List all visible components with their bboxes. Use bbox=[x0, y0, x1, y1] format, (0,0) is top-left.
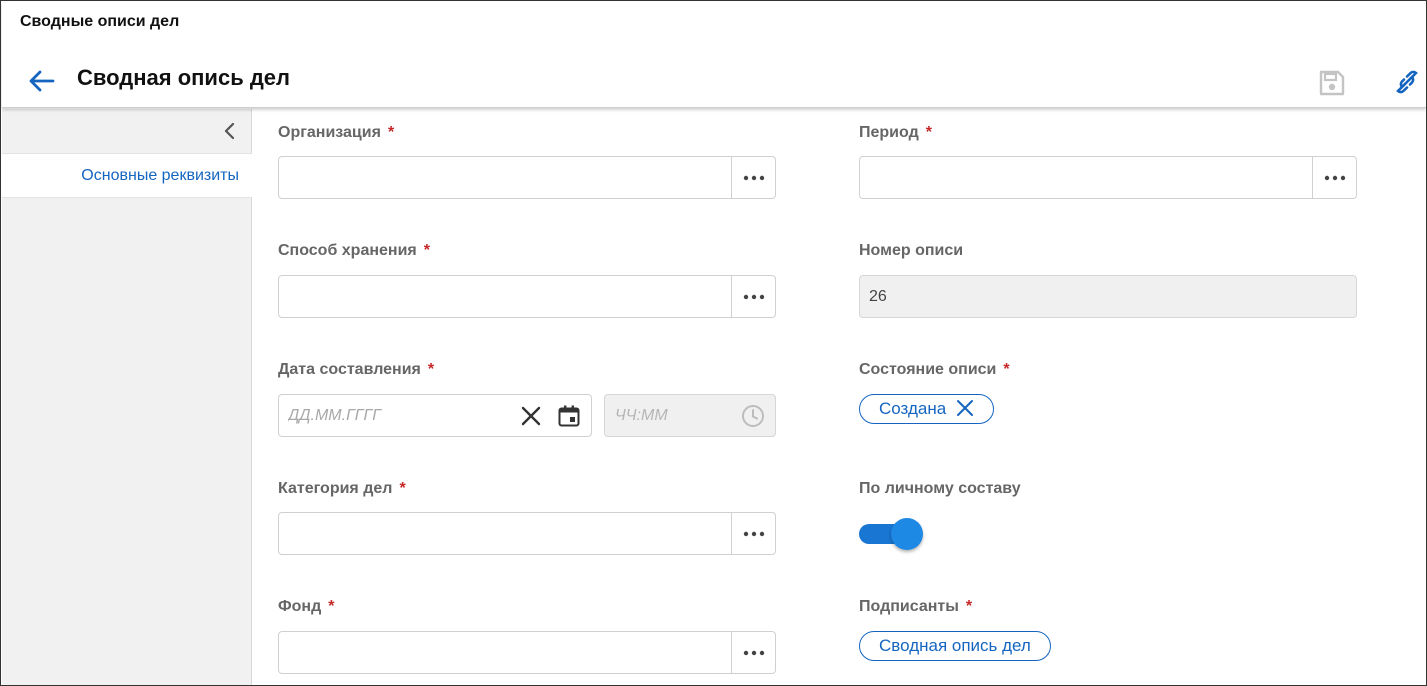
period-field bbox=[859, 156, 1357, 199]
organization-label: Организация * bbox=[278, 124, 395, 141]
signers-chip[interactable]: Сводная опись дел bbox=[859, 631, 1051, 661]
app-window: Сводные описи дел Сводная опись дел Осно… bbox=[0, 0, 1427, 686]
clear-date-icon[interactable] bbox=[520, 405, 542, 427]
time-field bbox=[604, 394, 776, 437]
form-area: Организация* Период* Способ хранения* bbox=[253, 109, 1426, 685]
more-horizontal-icon bbox=[743, 650, 764, 655]
required-marker: * bbox=[399, 480, 406, 497]
storage-method-select-button[interactable] bbox=[731, 276, 775, 317]
storage-method-input[interactable] bbox=[279, 276, 732, 317]
required-marker: * bbox=[1003, 361, 1010, 378]
header: Сводные описи дел Сводная опись дел bbox=[2, 2, 1426, 108]
clock-icon[interactable] bbox=[741, 404, 765, 428]
more-horizontal-icon bbox=[743, 531, 764, 536]
fund-select-button[interactable] bbox=[731, 632, 775, 673]
storage-method-field bbox=[278, 275, 776, 318]
storage-method-label: Способ хранения * bbox=[278, 242, 430, 259]
organization-input[interactable] bbox=[279, 157, 732, 198]
fund-label: Фонд * bbox=[278, 598, 335, 615]
inventory-number-label: Номер описи bbox=[859, 242, 964, 259]
time-input[interactable] bbox=[605, 395, 735, 436]
case-category-label: Категория дел * bbox=[278, 480, 406, 497]
close-icon[interactable] bbox=[956, 399, 974, 417]
inventory-state-chip-label: Создана bbox=[879, 399, 947, 418]
toggle-knob bbox=[891, 518, 923, 550]
back-arrow-icon[interactable] bbox=[26, 66, 56, 96]
organization-field bbox=[278, 156, 776, 199]
required-marker: * bbox=[925, 124, 932, 141]
more-horizontal-icon bbox=[1324, 175, 1345, 180]
sidebar: Основные реквизиты bbox=[2, 109, 252, 685]
signers-label: Подписанты * bbox=[859, 598, 973, 615]
required-marker: * bbox=[328, 598, 335, 615]
period-input[interactable] bbox=[860, 157, 1313, 198]
inventory-number-value: 26 bbox=[859, 275, 1357, 318]
calendar-icon[interactable] bbox=[557, 404, 581, 428]
case-category-field bbox=[278, 512, 776, 555]
required-marker: * bbox=[423, 242, 430, 259]
app-title: Сводные описи дел bbox=[20, 13, 180, 30]
more-horizontal-icon bbox=[743, 294, 764, 299]
signers-chip-label: Сводная опись дел bbox=[879, 636, 1031, 655]
date-field bbox=[278, 394, 592, 437]
required-marker: * bbox=[387, 124, 395, 141]
save-icon[interactable] bbox=[1318, 69, 1346, 97]
personnel-toggle[interactable] bbox=[859, 516, 925, 552]
case-category-input[interactable] bbox=[279, 513, 732, 554]
sidebar-item-main-details[interactable]: Основные реквизиты bbox=[2, 153, 252, 198]
period-select-button[interactable] bbox=[1312, 157, 1356, 198]
required-marker: * bbox=[965, 598, 973, 615]
link-icon[interactable] bbox=[1393, 68, 1421, 96]
compile-date-label: Дата составления * bbox=[278, 361, 435, 378]
date-input[interactable] bbox=[279, 395, 514, 436]
chevron-left-icon[interactable] bbox=[220, 121, 240, 141]
case-category-select-button[interactable] bbox=[731, 513, 775, 554]
period-label: Период * bbox=[859, 124, 932, 141]
fund-field bbox=[278, 631, 776, 674]
fund-input[interactable] bbox=[279, 632, 732, 673]
organization-select-button[interactable] bbox=[731, 157, 775, 198]
more-horizontal-icon bbox=[743, 175, 764, 180]
personnel-label: По личному составу bbox=[859, 480, 1021, 497]
inventory-state-chip[interactable]: Создана bbox=[859, 394, 995, 424]
inventory-state-label: Состояние описи * bbox=[859, 361, 1010, 378]
required-marker: * bbox=[427, 361, 435, 378]
page-title: Сводная опись дел bbox=[77, 65, 291, 90]
